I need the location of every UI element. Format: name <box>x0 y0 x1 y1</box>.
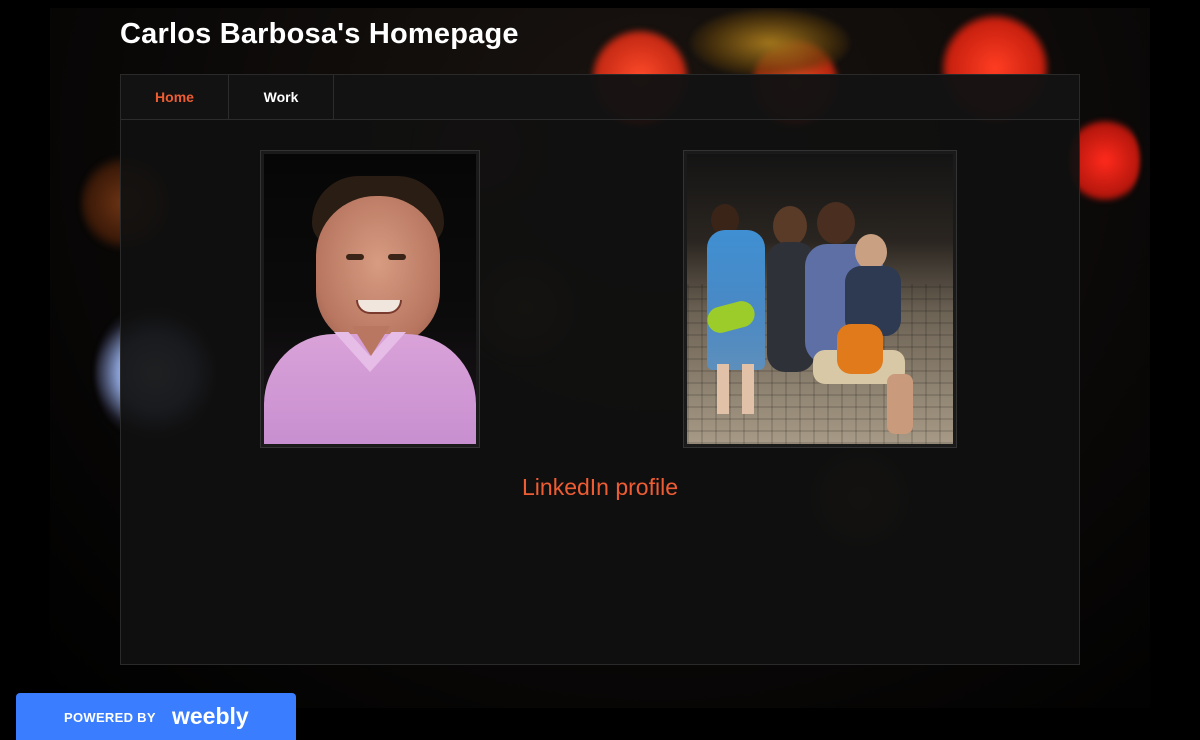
weebly-logo: weebly <box>172 703 249 729</box>
content-area: Home Work LinkedIn profile <box>120 74 1080 665</box>
family-image <box>687 154 953 444</box>
powered-by-label: POWERED BY <box>64 710 156 725</box>
family-photo <box>683 150 957 448</box>
powered-by-weebly-badge[interactable]: POWERED BY weebly <box>16 693 296 740</box>
linkedin-profile-link[interactable]: LinkedIn profile <box>121 474 1079 501</box>
nav-item-work[interactable]: Work <box>229 75 334 119</box>
nav-item-home[interactable]: Home <box>121 75 229 119</box>
main-nav: Home Work <box>121 75 1079 120</box>
site-title[interactable]: Carlos Barbosa's Homepage <box>120 18 519 51</box>
portrait-photo <box>260 150 480 448</box>
portrait-image <box>264 154 476 444</box>
